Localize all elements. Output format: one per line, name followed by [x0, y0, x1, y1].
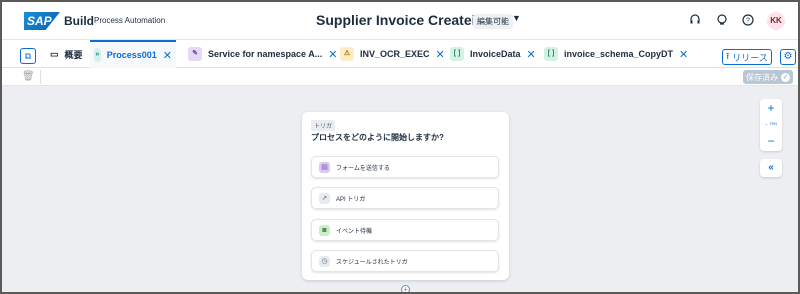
trigger-question: プロセスをどのように開始しますか?	[311, 133, 444, 142]
process-icon: »	[94, 48, 101, 62]
service-icon: ✎	[188, 47, 202, 61]
zoom-out-icon[interactable]: −	[764, 134, 778, 148]
trash-icon[interactable]: 🗑	[22, 71, 35, 82]
tab-overview-toggle-icon[interactable]: ⧉	[20, 48, 36, 64]
zoom-level-value: 75%	[769, 121, 778, 126]
option-label: スケジュールされたトリガ	[336, 259, 408, 266]
check-icon: ✓	[781, 72, 790, 82]
tab-invoice-data[interactable]: [ ] InvoiceData ✕	[446, 40, 540, 68]
tab-invoice-schema[interactable]: [ ] invoice_schema_CopyDT ✕	[540, 40, 692, 68]
schedule-icon: ◷	[319, 255, 330, 267]
app-window: SAP Build Process Automation Supplier In…	[0, 0, 800, 294]
data-type-icon: [ ]	[450, 47, 464, 61]
release-label: リリース	[732, 52, 768, 63]
close-icon[interactable]: ✕	[163, 49, 172, 62]
project-menu-caret-icon[interactable]: ▼	[512, 13, 521, 23]
release-button[interactable]: ⭱ リリース	[722, 49, 772, 65]
tab-overview[interactable]: ▭ 概要	[46, 40, 87, 68]
svg-text:?: ?	[746, 18, 750, 25]
upload-icon: ⭱	[726, 51, 730, 61]
close-icon[interactable]: ✕	[679, 48, 688, 61]
option-label: API トリガ	[336, 196, 366, 203]
tab-service[interactable]: ✎ Service for namespace A... ✕	[184, 40, 341, 68]
settings-gear-icon[interactable]: ⚙	[780, 49, 796, 65]
notifications-icon[interactable]	[715, 14, 729, 28]
form-icon: ▤	[319, 161, 330, 173]
zoom-in-icon[interactable]: +	[764, 101, 778, 115]
editor-toolbar	[2, 68, 798, 86]
trigger-option-event[interactable]: ◙ イベント待機	[311, 219, 499, 241]
api-rocket-icon: ➚	[319, 192, 330, 204]
tab-label: 概要	[64, 49, 83, 60]
close-icon[interactable]: ✕	[527, 48, 536, 61]
trigger-tag: トリガ	[311, 120, 336, 131]
saved-label: 保存済み	[746, 72, 778, 82]
tab-label: Service for namespace A...	[208, 49, 323, 59]
app-name: Build	[64, 14, 94, 28]
app-subtitle: Process Automation	[94, 16, 166, 25]
option-label: フォームを送信する	[336, 165, 390, 172]
user-avatar[interactable]: KK	[767, 12, 785, 30]
event-icon: ◙	[319, 224, 330, 236]
automation-icon: ⚠	[340, 47, 354, 61]
tab-process[interactable]: » Process001 ✕	[90, 40, 176, 68]
tab-label: InvoiceData	[470, 49, 521, 59]
project-title: Supplier Invoice Createion	[316, 12, 493, 28]
tab-label: INV_OCR_EXEC	[360, 49, 430, 59]
trigger-option-schedule[interactable]: ◷ スケジュールされたトリガ	[311, 250, 499, 272]
zoom-level[interactable]: ⌄ 75%	[761, 121, 781, 126]
edit-status-badge: 編集可能	[473, 14, 513, 29]
data-type-icon: [ ]	[544, 47, 558, 61]
close-icon[interactable]: ✕	[436, 48, 445, 61]
save-status-button[interactable]: 保存済み ✓	[743, 70, 793, 84]
add-step-icon[interactable]: +	[401, 285, 410, 292]
option-label: イベント待機	[336, 228, 373, 235]
tab-label: invoice_schema_CopyDT	[564, 49, 674, 59]
tab-inv-ocr[interactable]: ⚠ INV_OCR_EXEC ✕	[336, 40, 449, 68]
tab-label: Process001	[106, 50, 157, 60]
trigger-option-form[interactable]: ▤ フォームを送信する	[311, 156, 499, 178]
help-icon[interactable]: ?	[741, 14, 755, 28]
folder-icon: ▭	[50, 48, 59, 59]
collapse-panel-icon[interactable]: «	[760, 159, 782, 177]
toolbar-divider	[40, 70, 41, 84]
trigger-option-api[interactable]: ➚ API トリガ	[311, 187, 499, 209]
headset-icon[interactable]	[688, 14, 702, 28]
